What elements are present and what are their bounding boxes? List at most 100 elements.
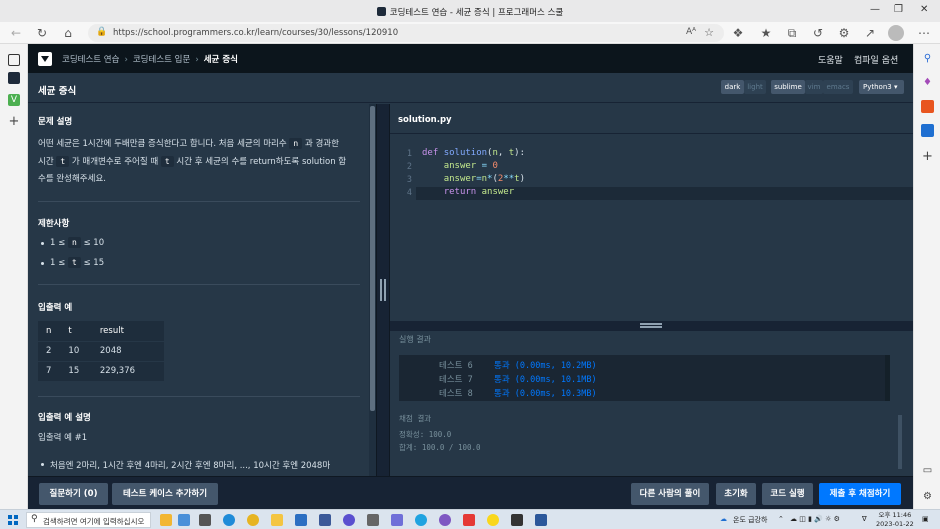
collections-icon[interactable]: ⧉ (784, 25, 800, 41)
windows-start-icon[interactable] (8, 515, 18, 525)
taskbar-search-placeholder[interactable]: 검색하려면 여기에 입력하십시오 (43, 516, 144, 527)
url-text[interactable]: https://school.programmers.co.kr/learn/c… (113, 28, 398, 38)
programmers-logo[interactable] (38, 52, 52, 66)
code-line[interactable]: answer=n*(2**t) (422, 174, 525, 184)
back-icon[interactable]: ← (8, 25, 24, 41)
scrollbar-thumb[interactable] (370, 106, 375, 411)
splitter-grip-icon[interactable] (640, 323, 662, 328)
search-icon[interactable]: ⚲ (921, 52, 934, 65)
language-select-value[interactable]: Python3 (863, 83, 892, 91)
language-select[interactable]: Python3 ▾ (859, 80, 904, 94)
address-bar[interactable]: 🔒 https://school.programmers.co.kr/learn… (88, 24, 724, 42)
app-icon[interactable] (463, 514, 475, 526)
close-icon[interactable]: ✕ (920, 4, 928, 15)
file-explorer-icon[interactable] (271, 514, 283, 526)
splitter-grip-icon[interactable] (380, 279, 386, 301)
notification-icon[interactable]: ▣ (922, 515, 929, 523)
clock-time[interactable]: 오후 11:46 (876, 511, 914, 520)
word-icon[interactable] (535, 514, 547, 526)
chrome-icon[interactable] (247, 514, 259, 526)
maximize-icon[interactable]: ❐ (894, 4, 903, 15)
weather-app-icon[interactable] (178, 514, 190, 526)
widget-icon[interactable] (160, 514, 172, 526)
code-line[interactable]: return answer (422, 187, 514, 197)
others-solution-button[interactable]: 다른 사람의 풀이 (631, 483, 709, 505)
mail-icon[interactable] (319, 514, 331, 526)
test-results-box[interactable]: 테스트 6 통과 (0.00ms, 10.2MB) 테스트 7 통과 (0.00ms… (399, 355, 890, 401)
lock-icon[interactable]: 🔒 (96, 27, 107, 37)
app-icon[interactable] (511, 514, 523, 526)
help-link[interactable]: 도움말 (818, 53, 843, 66)
table-header-cell: result (91, 321, 164, 342)
store-icon[interactable] (295, 514, 307, 526)
kakaotalk-icon[interactable] (487, 514, 499, 526)
line-number: 1 (406, 149, 412, 159)
app-icon[interactable] (343, 514, 355, 526)
compile-options-link[interactable]: 컴파일 옵션 (854, 53, 898, 66)
minimize-icon[interactable]: — (870, 4, 880, 15)
shopping-icon[interactable]: ♦ (921, 76, 934, 89)
inline-code-t: t (160, 156, 174, 167)
edge-icon[interactable] (223, 514, 235, 526)
tray-icons[interactable]: ☁ ◫ ▮ 🔊 ☼ ⚙ (790, 515, 840, 523)
editor-filename[interactable]: solution.py (398, 115, 452, 125)
results-scrollbar[interactable] (885, 355, 890, 401)
history-icon[interactable]: ↺ (810, 25, 826, 41)
theme-light-toggle[interactable]: light (744, 80, 766, 94)
submit-button[interactable]: 제출 후 채점하기 (819, 483, 901, 505)
ask-question-button[interactable]: 질문하기 (0) (39, 483, 108, 505)
description-heading: 문제 설명 (38, 117, 73, 127)
clock[interactable]: 오후 11:46 2023-01-22 (876, 511, 914, 529)
horizontal-splitter[interactable] (390, 321, 913, 331)
home-icon[interactable]: ⌂ (60, 25, 76, 41)
run-code-button[interactable]: 코드 실행 (762, 483, 813, 505)
weather-icon[interactable]: ☁ (720, 515, 727, 523)
task-view-icon[interactable] (199, 514, 211, 526)
add-sidebar-icon[interactable]: + (921, 150, 934, 163)
ime-indicator-icon[interactable]: ∇ (862, 515, 867, 523)
table-cell: 15 (60, 361, 92, 382)
favorite-star-icon[interactable]: ☆ (704, 26, 714, 39)
sidebar-toggle-icon[interactable]: ▭ (921, 464, 934, 477)
app-icon[interactable] (391, 514, 403, 526)
share-icon[interactable]: ↗ (862, 25, 878, 41)
clock-date[interactable]: 2023-01-22 (876, 520, 914, 529)
programmers-tab-icon[interactable] (8, 72, 20, 84)
breadcrumb-intro[interactable]: 코딩테스트 입문 (133, 55, 190, 65)
vertical-splitter[interactable] (376, 104, 390, 476)
refresh-icon[interactable]: ↻ (34, 25, 50, 41)
theme-dark-toggle[interactable]: dark (721, 80, 744, 94)
problem-scrollbar[interactable] (369, 104, 376, 476)
tray-chevron-icon[interactable]: ⌃ (778, 515, 784, 523)
keymap-sublime-toggle[interactable]: sublime (771, 80, 805, 94)
profile-avatar[interactable] (888, 25, 904, 41)
settings-gear-icon[interactable]: ⚙ (921, 490, 934, 503)
add-testcase-button[interactable]: 테스트 케이스 추가하기 (112, 483, 218, 505)
chevron-right-icon: › (124, 55, 128, 65)
extensions-puzzle-icon[interactable]: ⚙ (836, 25, 852, 41)
io-desc-heading: 입출력 예 설명 (38, 413, 91, 423)
favorites-icon[interactable]: ★ (758, 25, 774, 41)
taskbar-search[interactable]: ⚲ 검색하려면 여기에 입력하십시오 (26, 512, 151, 528)
more-menu-icon[interactable]: ⋯ (916, 25, 932, 41)
office-icon[interactable] (921, 100, 934, 113)
weather-status[interactable]: 온도 급강하 (733, 515, 767, 525)
new-tab-icon[interactable]: + (8, 115, 20, 128)
outlook-icon[interactable] (921, 124, 934, 137)
code-line[interactable]: def solution(n, t): (422, 148, 525, 158)
result-scrollbar[interactable] (898, 415, 902, 469)
breadcrumb-practice[interactable]: 코딩테스트 연습 (62, 55, 119, 65)
reset-button[interactable]: 초기화 (716, 483, 756, 505)
app-icon[interactable] (439, 514, 451, 526)
vertical-tab-icon[interactable]: V (8, 94, 20, 106)
settings-icon[interactable] (367, 514, 379, 526)
code-line[interactable]: answer = 0 (422, 161, 498, 171)
keymap-vim-toggle[interactable]: vim (805, 80, 823, 94)
problem-panel[interactable]: 문제 설명 어떤 세균은 1시간에 두배만큼 증식한다고 합니다. 처음 세균의… (28, 104, 369, 476)
extension-icon[interactable]: ❖ (730, 25, 746, 41)
read-aloud-icon[interactable]: Aᴬ (686, 27, 696, 37)
code-editor[interactable]: 1 2 3 4 def solution(n, t): answer = 0 a… (390, 135, 913, 321)
app-icon[interactable] (415, 514, 427, 526)
keymap-emacs-toggle[interactable]: emacs (823, 80, 853, 94)
tab-actions-icon[interactable] (8, 54, 20, 66)
